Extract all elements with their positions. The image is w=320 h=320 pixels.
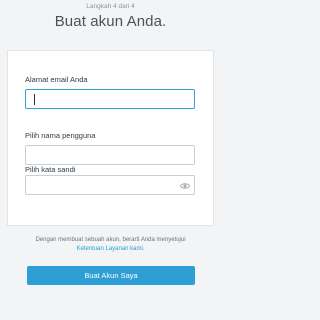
- signup-form: Alamat email Anda Pilih nama pengguna Pi…: [7, 50, 214, 226]
- form-footer: Dengan membuat sebuah akun, berarti Anda…: [0, 226, 221, 320]
- page-title: Buat akun Anda.: [54, 13, 167, 30]
- step-indicator: Langkah 4 dari 4: [86, 3, 135, 10]
- terms-link[interactable]: Ketentuan Layanan kami.: [76, 246, 144, 252]
- password-field[interactable]: [25, 175, 195, 195]
- create-account-button[interactable]: Buat Akun Saya: [27, 266, 195, 285]
- email-label: Alamat email Anda: [25, 75, 88, 84]
- username-field[interactable]: [25, 145, 195, 165]
- text-caret: [34, 94, 35, 105]
- terms-prefix: Dengan membuat sebuah akun, berarti Anda…: [35, 237, 186, 243]
- email-field[interactable]: [25, 89, 195, 109]
- username-label: Pilih nama pengguna: [25, 131, 96, 140]
- header: Langkah 4 dari 4 Buat akun Anda.: [0, 0, 221, 52]
- terms-text: Dengan membuat sebuah akun, berarti Anda…: [10, 236, 211, 253]
- password-label: Pilih kata sandi: [25, 165, 76, 174]
- eye-icon[interactable]: [180, 181, 190, 191]
